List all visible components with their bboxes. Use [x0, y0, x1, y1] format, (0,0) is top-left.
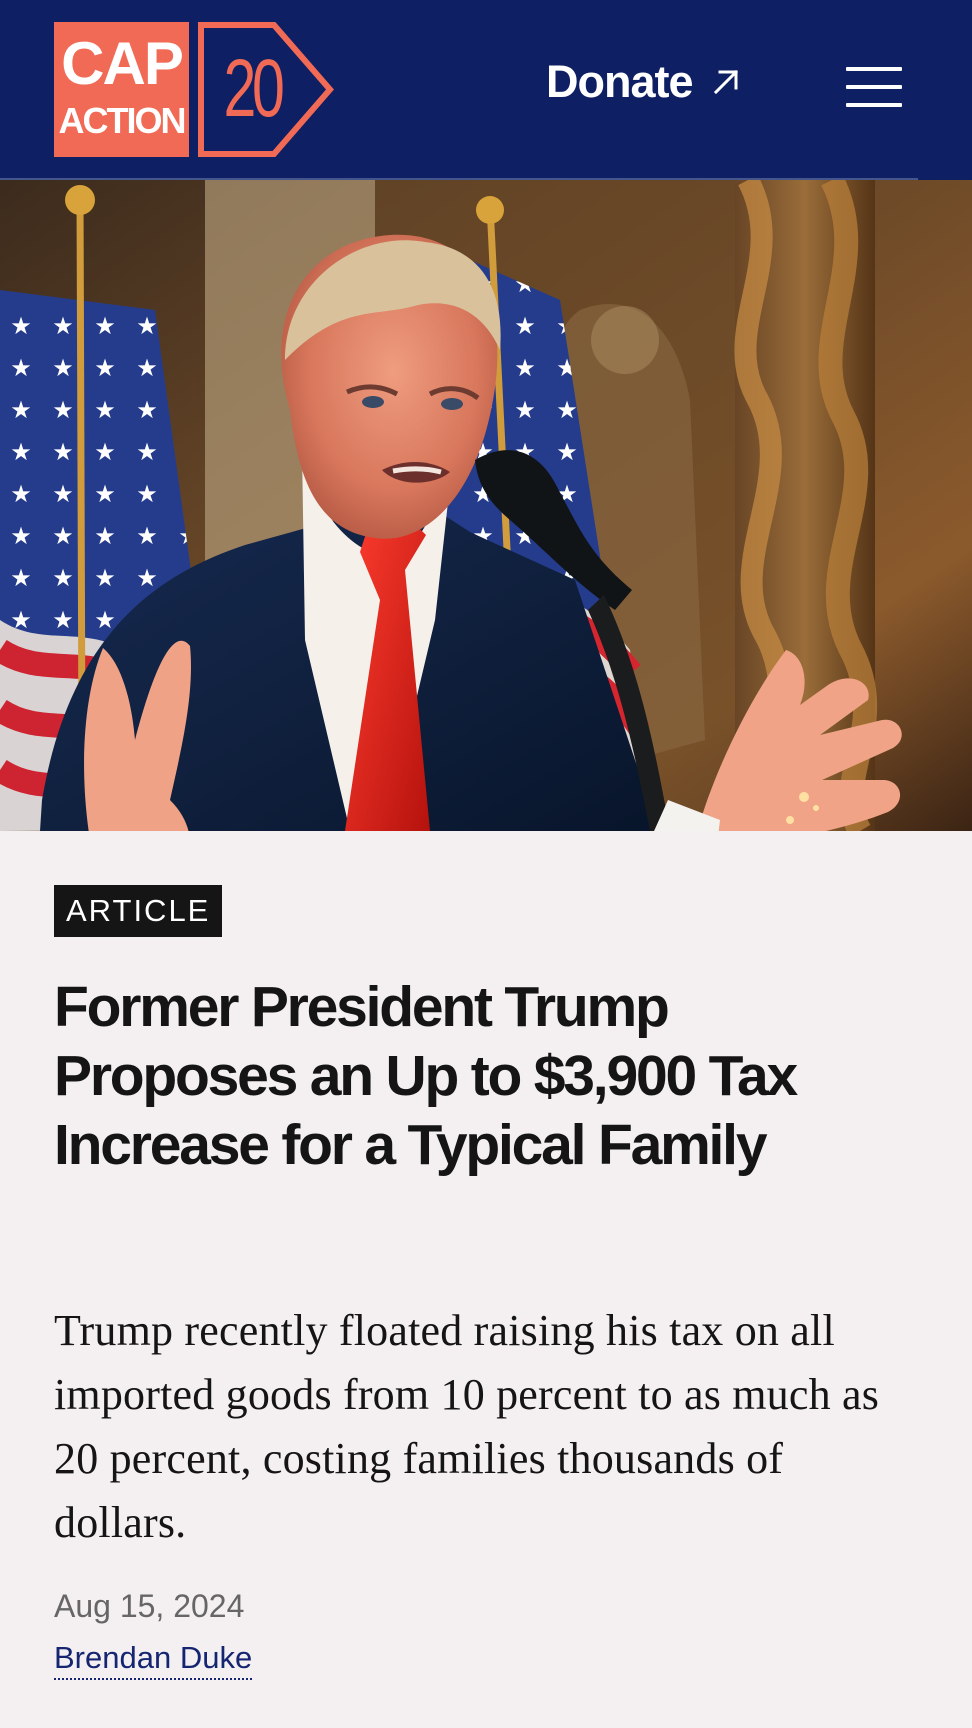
logo-cap-text: CAP	[61, 30, 184, 97]
article-page: CAP ACTION 20 Donate ARTICLE Former Pres…	[0, 0, 972, 1728]
menu-line	[846, 85, 902, 89]
donate-link[interactable]: Donate	[546, 52, 743, 112]
article-summary: Trump recently floated raising his tax o…	[54, 1306, 880, 1547]
site-header: CAP ACTION 20 Donate	[0, 0, 972, 180]
article-content: ARTICLE Former President Trump Proposes …	[54, 885, 918, 1680]
author-link[interactable]: Brendan Duke	[54, 1638, 253, 1680]
article-headline: Former President Trump Proposes an Up to…	[54, 975, 798, 1177]
external-link-arrow-icon	[713, 69, 738, 95]
logo-action-text: ACTION	[58, 100, 187, 141]
menu-line	[846, 67, 902, 71]
cap-action-20-logo[interactable]: CAP ACTION 20	[54, 22, 334, 157]
hero-photo: ★	[0, 180, 972, 831]
publish-date: Aug 15, 2024	[54, 1588, 245, 1624]
logo-20-text: 20	[223, 43, 284, 134]
article-type-badge: ARTICLE	[54, 885, 223, 937]
donate-label: Donate	[546, 56, 694, 107]
menu-button[interactable]	[840, 62, 902, 110]
menu-line	[846, 103, 902, 107]
hero-photo-illustration: ★	[0, 180, 972, 831]
